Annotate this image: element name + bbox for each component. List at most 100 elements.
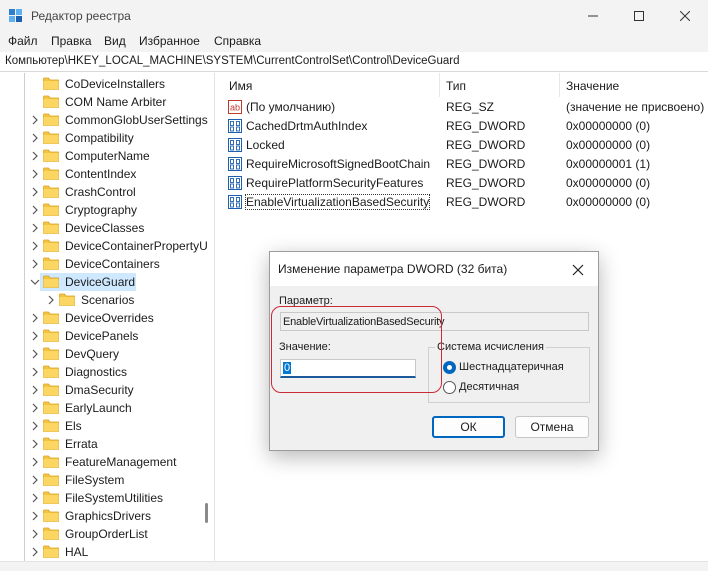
value-row[interactable]: Locked REG_DWORD 0x00000000 (0) [221,136,708,155]
tree-item-label[interactable]: FileSystemUtilities [65,491,163,505]
tree-item[interactable]: ContentIndex [0,165,214,183]
tree-item[interactable]: DeviceContainers [0,255,214,273]
close-button[interactable] [662,0,708,32]
tree-item-label[interactable]: DmaSecurity [65,383,134,397]
tree-item-label[interactable]: DeviceOverrides [65,311,154,325]
tree-item[interactable]: Els [0,417,214,435]
chevron-right-icon[interactable] [30,150,40,162]
menu-view[interactable]: Вид [104,34,126,48]
chevron-down-icon[interactable] [30,276,40,288]
chevron-right-icon[interactable] [30,132,40,144]
chevron-right-icon[interactable] [30,492,40,504]
chevron-right-icon[interactable] [30,240,40,252]
tree-item[interactable]: DeviceGuard [0,273,214,291]
column-data-header[interactable]: Значение [566,79,619,93]
tree-item[interactable]: HAL [0,543,214,561]
chevron-right-icon[interactable] [30,384,40,396]
chevron-right-icon[interactable] [30,366,40,378]
tree-item-label[interactable]: Compatibility [65,131,134,145]
tree-item[interactable]: Errata [0,435,214,453]
tree-item-label[interactable]: COM Name Arbiter [65,95,166,109]
value-name[interactable]: CachedDrtmAuthIndex [246,119,367,133]
chevron-right-icon[interactable] [30,474,40,486]
tree-item[interactable]: Diagnostics [0,363,214,381]
chevron-right-icon[interactable] [30,258,40,270]
chevron-right-icon[interactable] [46,294,56,306]
menu-favorites[interactable]: Избранное [139,34,200,48]
chevron-right-icon[interactable] [30,456,40,468]
radio-decimal[interactable] [443,381,456,394]
chevron-right-icon[interactable] [30,420,40,432]
menu-file[interactable]: Файл [8,34,38,48]
column-name-header[interactable]: Имя [229,79,252,93]
ok-button[interactable]: ОК [432,416,505,438]
tree-item[interactable]: FileSystem [0,471,214,489]
chevron-right-icon[interactable] [30,348,40,360]
tree-item[interactable]: Compatibility [0,129,214,147]
registry-tree[interactable]: CoDeviceInstallers COM Name Arbiter Common… [0,73,215,571]
tree-item[interactable]: GraphicsDrivers [0,507,214,525]
menu-help[interactable]: Справка [214,34,261,48]
tree-item[interactable]: GroupOrderList [0,525,214,543]
maximize-button[interactable] [616,0,662,32]
address-bar[interactable]: Компьютер\HKEY_LOCAL_MACHINE\SYSTEM\Curr… [0,52,708,72]
value-name[interactable]: Locked [246,138,285,152]
value-row[interactable]: RequirePlatformSecurityFeatures REG_DWORD… [221,174,708,193]
column-separator[interactable] [559,73,560,97]
tree-item-label[interactable]: GraphicsDrivers [65,509,151,523]
tree-item[interactable]: DmaSecurity [0,381,214,399]
chevron-right-icon[interactable] [30,204,40,216]
tree-item-label[interactable]: Els [65,419,82,433]
tree-item[interactable]: DeviceClasses [0,219,214,237]
tree-item-label[interactable]: DeviceContainers [65,257,160,271]
chevron-right-icon[interactable] [30,186,40,198]
minimize-button[interactable] [570,0,616,32]
chevron-right-icon[interactable] [30,402,40,414]
radio-decimal-label[interactable]: Десятичная [459,381,519,393]
tree-item[interactable]: CommonGlobUserSettings [0,111,214,129]
tree-item[interactable]: Cryptography [0,201,214,219]
tree-item[interactable]: DeviceContainerPropertyU [0,237,214,255]
tree-item-label[interactable]: CommonGlobUserSettings [65,113,208,127]
value-row[interactable]: ab (По умолчанию) REG_SZ (значение не присв… [221,98,708,117]
tree-item-label[interactable]: DeviceClasses [65,221,144,235]
tree-item-label[interactable]: Cryptography [65,203,137,217]
value-name[interactable]: (По умолчанию) [246,100,335,114]
tree-item-label[interactable]: DevQuery [65,347,119,361]
tree-item[interactable]: FeatureManagement [0,453,214,471]
chevron-right-icon[interactable] [30,330,40,342]
tree-item-label[interactable]: Diagnostics [65,365,127,379]
chevron-right-icon[interactable] [30,168,40,180]
tree-item-label[interactable]: DeviceContainerPropertyU [65,239,208,253]
tree-item[interactable]: FileSystemUtilities [0,489,214,507]
tree-item[interactable]: Scenarios [0,291,214,309]
tree-item[interactable]: EarlyLaunch [0,399,214,417]
tree-item[interactable]: COM Name Arbiter [0,93,214,111]
chevron-right-icon[interactable] [30,114,40,126]
tree-item[interactable]: DeviceOverrides [0,309,214,327]
radio-hexadecimal[interactable] [443,361,456,374]
menu-edit[interactable]: Правка [51,34,92,48]
tree-item[interactable]: ComputerName [0,147,214,165]
value-row[interactable]: EnableVirtualizationBasedSecurity REG_DWO… [221,193,708,212]
column-type-header[interactable]: Тип [446,79,466,93]
tree-item-label[interactable]: FeatureManagement [65,455,176,469]
radio-hexadecimal-label[interactable]: Шестнадцатеричная [459,361,564,373]
address-path[interactable]: Компьютер\HKEY_LOCAL_MACHINE\SYSTEM\Curr… [5,55,460,67]
chevron-right-icon[interactable] [30,510,40,522]
tree-item[interactable]: CoDeviceInstallers [0,75,214,93]
tree-item-label[interactable]: FileSystem [65,473,124,487]
cancel-button[interactable]: Отмена [515,416,589,438]
tree-item-label[interactable]: GroupOrderList [65,527,148,541]
tree-item-label[interactable]: ComputerName [65,149,150,163]
tree-item-label[interactable]: ContentIndex [65,167,136,181]
value-name[interactable]: RequireMicrosoftSignedBootChain [246,157,430,171]
value-row[interactable]: CachedDrtmAuthIndex REG_DWORD 0x00000000 (… [221,117,708,136]
chevron-right-icon[interactable] [30,546,40,558]
dialog-close-icon[interactable] [570,262,586,278]
tree-item-label[interactable]: EarlyLaunch [65,401,132,415]
tree-item[interactable]: CrashControl [0,183,214,201]
chevron-right-icon[interactable] [30,222,40,234]
chevron-right-icon[interactable] [30,312,40,324]
chevron-right-icon[interactable] [30,438,40,450]
